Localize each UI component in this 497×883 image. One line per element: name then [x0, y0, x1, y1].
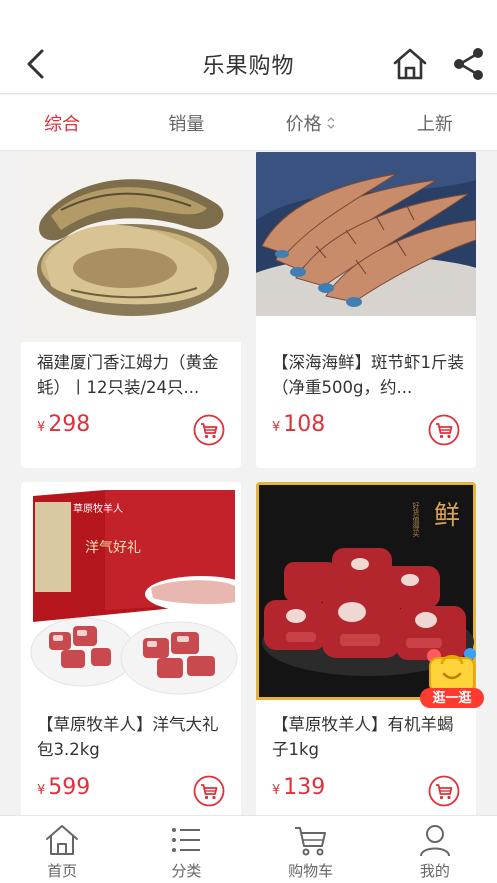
currency-symbol: ¥ — [272, 783, 281, 798]
product-price: ¥599 — [37, 775, 90, 800]
sort-filter-bar: 综合 销量 价格 上新 — [0, 95, 497, 151]
product-name: 福建厦门香江姆力（黄金蚝）丨12只装/24只... — [37, 353, 219, 397]
add-to-cart-icon[interactable] — [428, 414, 460, 446]
gift-box-brand: 草原牧羊人 — [73, 502, 123, 515]
home-icon[interactable] — [390, 44, 430, 84]
product-card[interactable]: 【深海海鲜】斑节虾1斤装（净重500g，约... ¥108 — [256, 152, 476, 468]
sort-up-down-icon — [327, 116, 335, 129]
product-image-oysters — [21, 152, 241, 342]
price-value: 298 — [48, 412, 91, 437]
share-icon[interactable] — [450, 46, 486, 82]
tab-cart[interactable]: 购物车 — [249, 816, 373, 883]
tab-label: 购物车 — [288, 862, 334, 880]
product-price: ¥298 — [37, 412, 90, 437]
product-card[interactable]: 福建厦门香江姆力（黄金蚝）丨12只装/24只... ¥298 — [21, 152, 241, 468]
price-value: 139 — [283, 775, 326, 800]
product-image-shrimp — [256, 152, 476, 316]
sort-tab-label: 销量 — [168, 113, 205, 135]
tab-home[interactable]: 首页 — [0, 816, 124, 883]
tab-category[interactable]: 分类 — [124, 816, 248, 883]
category-list-icon — [172, 828, 201, 852]
sort-tab-label: 价格 — [285, 113, 322, 135]
user-profile-icon — [419, 825, 450, 857]
status-bar — [0, 0, 497, 32]
tab-label: 分类 — [171, 862, 202, 880]
product-price: ¥139 — [272, 775, 325, 800]
top-nav-bar: 乐果购物 — [0, 32, 497, 94]
product-name: 【草原牧羊人】有机羊蝎子1kg — [272, 715, 454, 759]
shopping-cart-icon — [294, 827, 326, 856]
product-name: 【深海海鲜】斑节虾1斤装（净重500g，约... — [272, 353, 464, 397]
add-to-cart-icon[interactable] — [193, 775, 225, 807]
product-grid: 福建厦门香江姆力（黄金蚝）丨12只装/24只... ¥298 【深海海鲜】斑节虾… — [0, 152, 497, 815]
price-value: 599 — [48, 775, 91, 800]
sort-tab-newest[interactable]: 上新 — [373, 95, 497, 150]
add-to-cart-icon[interactable] — [193, 414, 225, 446]
gift-box-label: 洋气好礼 — [85, 540, 141, 556]
add-to-cart-icon[interactable] — [428, 775, 460, 807]
product-price: ¥108 — [272, 412, 325, 437]
sort-tab-sales[interactable]: 销量 — [124, 95, 248, 150]
browse-float-button[interactable]: 逛一逛 — [418, 642, 486, 708]
currency-symbol: ¥ — [37, 420, 46, 435]
sort-tab-price[interactable]: 价格 — [249, 95, 373, 150]
image-fresh-character: 鲜 — [434, 501, 460, 531]
currency-symbol: ¥ — [37, 783, 46, 798]
browse-float-label: 逛一逛 — [432, 691, 472, 706]
sort-tab-label: 上新 — [416, 113, 453, 135]
sort-tab-label: 综合 — [44, 113, 81, 135]
tab-label: 我的 — [419, 862, 450, 880]
sort-tab-comprehensive[interactable]: 综合 — [0, 95, 124, 150]
bottom-tab-bar: 首页 分类 购物车 我的 — [0, 815, 497, 883]
tab-label: 首页 — [47, 862, 78, 880]
product-name: 【草原牧羊人】洋气大礼包3.2kg — [37, 715, 219, 759]
product-image-lamb-gift-box: 草原牧羊人 洋气好礼 — [21, 482, 241, 700]
image-side-text: 好货值得买 — [412, 501, 420, 538]
product-card[interactable]: 草原牧羊人 洋气好礼 【草原牧羊人】洋气大礼包3.2kg ¥ 599 — [21, 482, 241, 815]
price-value: 108 — [283, 412, 326, 437]
home-icon — [46, 825, 79, 855]
tab-profile[interactable]: 我的 — [373, 816, 497, 883]
currency-symbol: ¥ — [272, 420, 281, 435]
